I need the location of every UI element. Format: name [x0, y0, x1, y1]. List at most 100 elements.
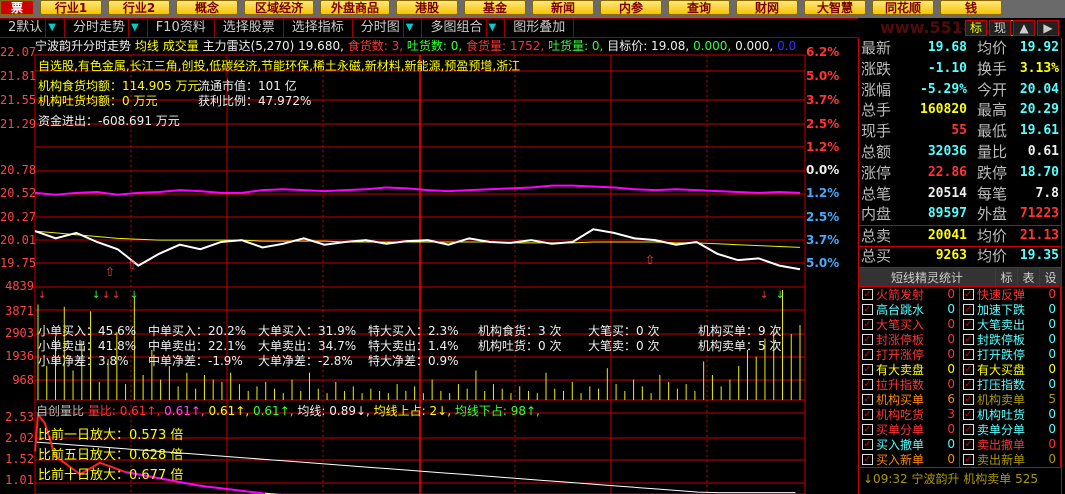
checkbox[interactable]: ✓ [862, 408, 873, 420]
signal-row[interactable]: ✓ 机构吃货 3 [859, 407, 959, 422]
panel-tab-2[interactable]: ▲ [1013, 20, 1035, 36]
signal-settings-button[interactable]: 设 [1039, 267, 1061, 286]
signal-mark-button[interactable]: 标 [995, 267, 1017, 286]
menu-0[interactable]: 票 [0, 0, 35, 15]
quote-label: 均价 [977, 247, 1008, 266]
quote-row: 总额 32036 量比 0.61 [859, 142, 1061, 163]
signal-row[interactable]: ✓ 买入新单 0 [859, 452, 959, 467]
checkbox[interactable]: ✓ [963, 363, 974, 375]
menu-9[interactable]: 内参 [600, 0, 663, 15]
menu-12[interactable]: 大智慧 [804, 0, 867, 15]
signal-table-button[interactable]: 表 [1017, 267, 1039, 286]
menu-8[interactable]: 新闻 [532, 0, 595, 15]
menu-4[interactable]: 区域经济 [244, 0, 315, 15]
signal-row[interactable]: ✓ 卖出撤单 0 [960, 437, 1060, 452]
signal-row[interactable]: ✓ 有大买盘 0 [960, 362, 1060, 377]
signal-row[interactable]: ✓ 高台跳水 0 [859, 302, 959, 317]
checkbox[interactable]: ✓ [862, 318, 873, 330]
checkbox[interactable]: ✓ [963, 348, 974, 360]
ratio-a: 量比: 0.61↑, [87, 404, 161, 418]
signal-row[interactable]: ✓ 买入撤单 0 [859, 437, 959, 452]
checkbox[interactable]: ✓ [963, 378, 974, 390]
checkbox[interactable]: ✓ [963, 318, 974, 330]
checkbox[interactable]: ✓ [963, 408, 974, 420]
checkbox[interactable]: ✓ [862, 393, 873, 405]
checkbox[interactable]: ✓ [862, 348, 873, 360]
flow-stat: 中单净差：-1.9% [148, 354, 243, 368]
panel-tabs: 标现 ▲ ▶ [965, 20, 1059, 36]
checkbox[interactable]: ✓ [862, 303, 873, 315]
checkbox[interactable]: ✓ [862, 438, 873, 450]
quote-row: 涨跌 -1.10 换手 3.13% [859, 59, 1061, 80]
menu-3[interactable]: 概念 [176, 0, 239, 15]
signal-row[interactable]: ✓ 封涨停板 0 [859, 332, 959, 347]
signal-row[interactable]: ✓ 打开涨停 0 [859, 347, 959, 362]
panel-tab-3[interactable]: ▶ [1037, 20, 1059, 36]
signal-row[interactable]: ✓ 大笔买入 0 [859, 317, 959, 332]
dropdown-icon[interactable]: ▼ [45, 19, 56, 37]
signal-row[interactable]: ✓ 打压指数 0 [960, 377, 1060, 392]
quote-label: 外盘 [977, 205, 1008, 224]
toolbar-item[interactable]: 分时走势 ▼ [65, 19, 148, 37]
signal-row[interactable]: ✓ 有大卖盘 0 [859, 362, 959, 377]
toolbar-item[interactable]: 图形叠加 [505, 19, 575, 37]
toolbar-item[interactable]: 选择指标 [284, 19, 353, 37]
ratio-label-10d: 比前十日放大：0.677 倍 [38, 468, 184, 483]
signal-count: 5 [1048, 392, 1056, 407]
toolbar-item[interactable]: 选择股票 [215, 19, 284, 37]
buy-signal-arrow: ⇧ [105, 265, 115, 279]
dropdown-icon[interactable]: ▼ [485, 19, 496, 37]
checkbox[interactable]: ✓ [963, 453, 974, 465]
dropdown-icon[interactable]: ▼ [128, 19, 139, 37]
checkbox[interactable]: ✓ [963, 303, 974, 315]
checkbox[interactable]: ✓ [963, 423, 974, 435]
toolbar-item[interactable]: 分时图 ▼ [353, 19, 423, 37]
checkbox[interactable]: ✓ [862, 378, 873, 390]
signal-count: 3 [947, 407, 955, 422]
signal-row[interactable]: ✓ 大笔卖出 0 [960, 317, 1060, 332]
checkbox[interactable]: ✓ [963, 333, 974, 345]
toolbar-label: 选择股票 [222, 20, 275, 35]
signal-row[interactable]: ✓ 买单分单 0 [859, 422, 959, 437]
menu-14[interactable]: 钱 [940, 0, 1003, 15]
signal-row[interactable]: ✓ 卖单分单 0 [960, 422, 1060, 437]
trade-signal-arrow: ↓ [102, 290, 110, 301]
menu-5[interactable]: 外盘商品 [320, 0, 391, 15]
signal-row[interactable]: ✓ 机构买单 6 [859, 392, 959, 407]
checkbox[interactable]: ✓ [963, 393, 974, 405]
signal-row[interactable]: ✓ 封跌停板 0 [960, 332, 1060, 347]
trade-signal-arrow: ↓ [38, 290, 46, 301]
signal-row[interactable]: ✓ 机构卖单 5 [960, 392, 1060, 407]
panel-tab-1[interactable]: 现 [989, 20, 1011, 36]
menu-1[interactable]: 行业1 [40, 0, 103, 15]
menu-13[interactable]: 同花顺 [872, 0, 935, 15]
checkbox[interactable]: ✓ [862, 423, 873, 435]
checkbox[interactable]: ✓ [862, 288, 873, 300]
signal-row[interactable]: ✓ 卖出新单 0 [960, 452, 1060, 467]
checkbox[interactable]: ✓ [862, 333, 873, 345]
signal-row[interactable]: ✓ 加速下跌 0 [960, 302, 1060, 317]
toolbar-item[interactable]: F10资料 [148, 19, 215, 37]
panel-tab-0[interactable]: 标 [965, 20, 987, 36]
signal-row[interactable]: ✓ 火箭发射 0 [859, 287, 959, 302]
menu-6[interactable]: 港股 [396, 0, 459, 15]
menu-11[interactable]: 财网 [736, 0, 799, 15]
signal-row[interactable]: ✓ 机构吐货 0 [960, 407, 1060, 422]
signal-row[interactable]: ✓ 拉升指数 0 [859, 377, 959, 392]
signal-count: 0 [1048, 437, 1056, 452]
quote-value: 32036 [927, 143, 967, 159]
signal-row[interactable]: ✓ 打开跌停 0 [960, 347, 1060, 362]
quote-label: 最高 [977, 101, 1008, 120]
dropdown-icon[interactable]: ▼ [402, 19, 413, 37]
checkbox[interactable]: ✓ [862, 363, 873, 375]
toolbar-item[interactable]: 多图组合 ▼ [422, 19, 506, 37]
checkbox[interactable]: ✓ [963, 288, 974, 300]
menu-10[interactable]: 查询 [668, 0, 731, 15]
menu-2[interactable]: 行业2 [108, 0, 171, 15]
checkbox[interactable]: ✓ [862, 453, 873, 465]
checkbox[interactable]: ✓ [963, 438, 974, 450]
quote-label: 总买 [861, 247, 892, 266]
toolbar-item[interactable]: 2默认 ▼ [0, 19, 65, 37]
menu-7[interactable]: 基金 [464, 0, 527, 15]
signal-row[interactable]: ✓ 快速反弹 0 [960, 287, 1060, 302]
